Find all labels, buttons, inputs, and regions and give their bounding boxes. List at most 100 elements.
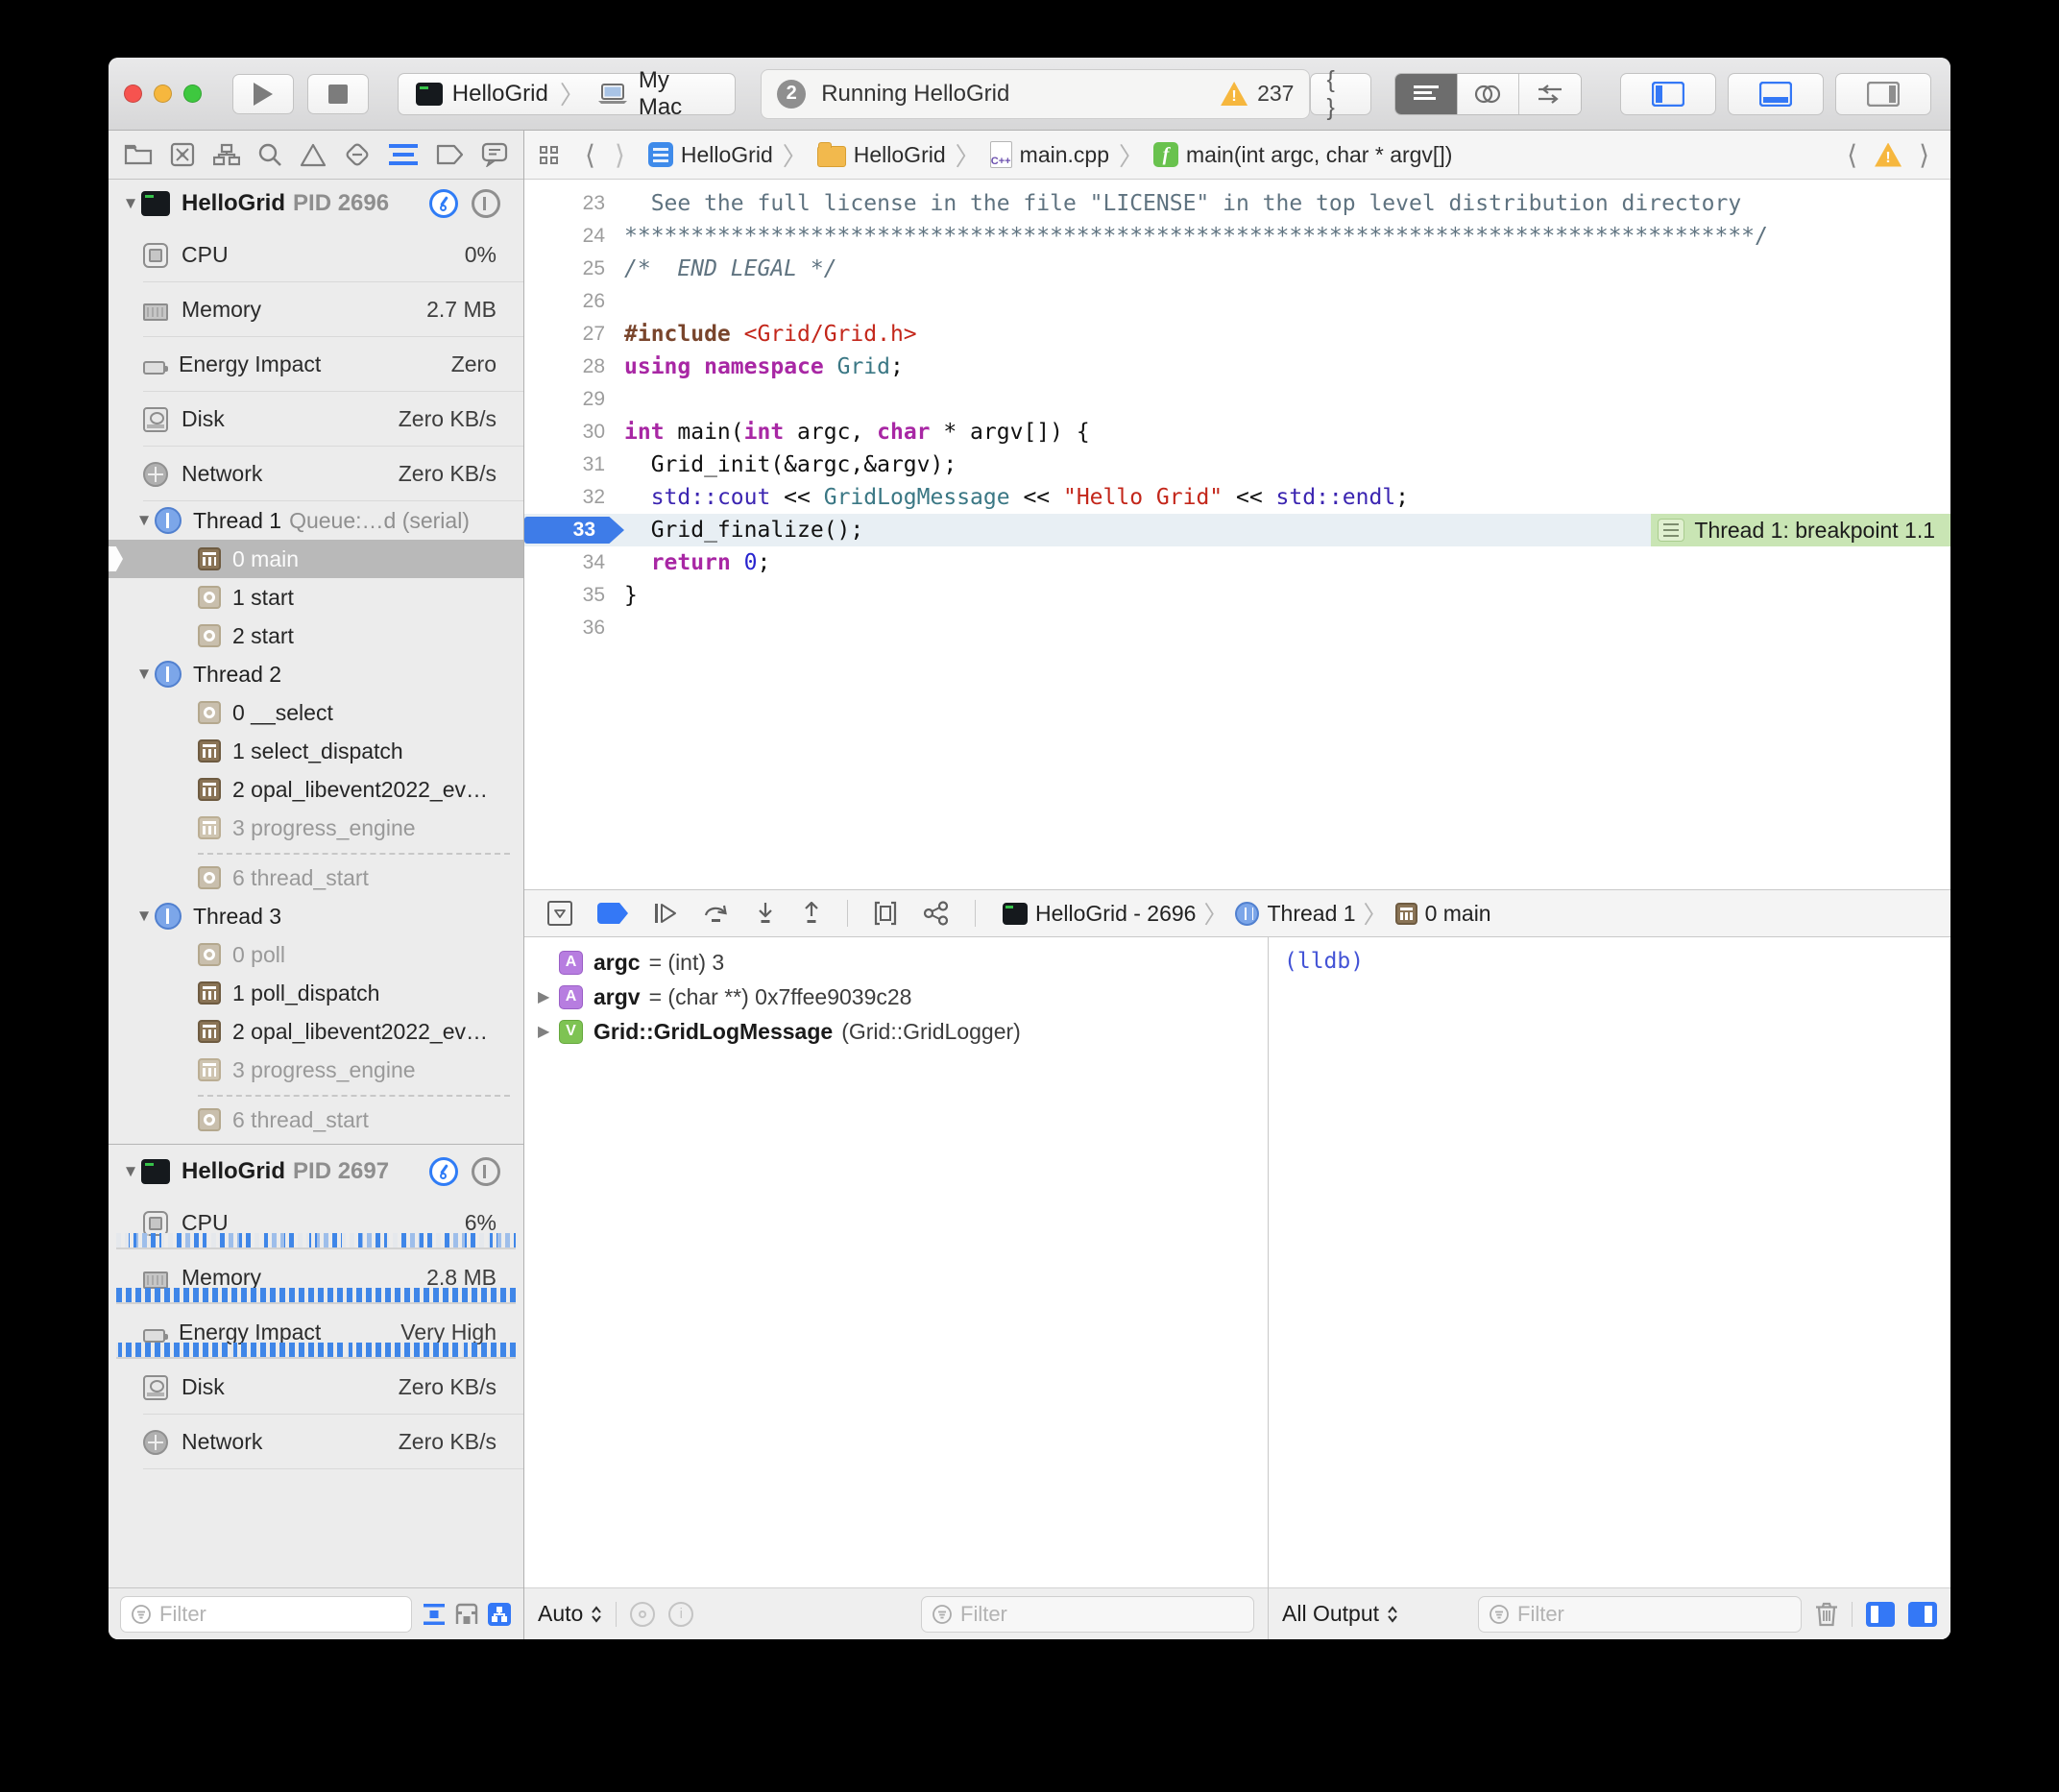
view-hierarchy-icon[interactable] <box>873 901 898 926</box>
related-items-icon[interactable] <box>540 146 558 164</box>
sidebar-row[interactable]: 0 poll <box>109 935 523 974</box>
gauge-icon[interactable] <box>429 189 458 218</box>
minimize-icon[interactable] <box>154 85 172 103</box>
disclosure-triangle-icon[interactable]: ▼ <box>133 907 155 926</box>
view-process-by-queue-icon[interactable] <box>487 1602 512 1627</box>
sidebar-row[interactable]: 3 progress_engine <box>109 809 523 847</box>
sidebar-row[interactable]: Disk Zero KB/s <box>109 392 523 447</box>
step-into-icon[interactable] <box>755 902 776 925</box>
source-editor[interactable]: 23 See the full license in the file "LIC… <box>524 180 1950 889</box>
line-number[interactable]: 34 <box>524 551 605 574</box>
threads-view-icon[interactable] <box>472 189 500 218</box>
sidebar-row[interactable]: 6 thread_start <box>109 1101 523 1139</box>
step-over-icon[interactable] <box>703 902 730 925</box>
console-filter-field[interactable]: Filter <box>1478 1596 1802 1633</box>
sidebar-row[interactable]: Disk Zero KB/s <box>109 1360 523 1415</box>
variable-row[interactable]: ▶ A argv = (char **) 0x7ffee9039c28 <box>524 980 1268 1014</box>
variables-view-toggle-icon[interactable] <box>1866 1602 1895 1627</box>
symbol-navigator-icon[interactable] <box>213 143 240 166</box>
line-number[interactable]: 26 <box>524 290 605 313</box>
breakpoint-annotation[interactable]: Thread 1: breakpoint 1.1 <box>1651 514 1950 546</box>
find-icon[interactable] <box>257 142 282 167</box>
output-popup[interactable]: All Output <box>1282 1601 1398 1627</box>
line-number[interactable]: 31 <box>524 453 605 476</box>
debug-frame[interactable]: 0 main <box>1425 901 1491 927</box>
assistant-editor-button[interactable] <box>1457 74 1519 114</box>
breakpoint-navigator-icon[interactable] <box>435 144 464 165</box>
activity-view[interactable]: 2 Running HelloGrid ! 237 <box>761 69 1310 119</box>
source-control-icon[interactable] <box>170 142 195 167</box>
debug-process[interactable]: HelloGrid - 2696 <box>1035 901 1196 927</box>
sidebar-row[interactable]: CPU 6% <box>109 1196 523 1250</box>
report-navigator-icon[interactable] <box>481 142 508 167</box>
line-number[interactable]: 24 <box>524 225 605 248</box>
sidebar-row[interactable]: ▼ Thread 3 <box>109 897 523 935</box>
annotation-menu-icon[interactable] <box>1658 519 1684 542</box>
disclosure-triangle-icon[interactable]: ▼ <box>133 511 155 530</box>
utilities-toggle-button[interactable] <box>1835 73 1931 115</box>
sidebar-row[interactable]: Energy Impact Zero <box>109 337 523 392</box>
disclosure-triangle-icon[interactable]: ▼ <box>133 665 155 684</box>
sidebar-row[interactable]: 0 main <box>109 540 523 578</box>
line-number[interactable]: 28 <box>524 355 605 378</box>
test-navigator-icon[interactable] <box>344 141 371 168</box>
variable-row[interactable]: ▶ A argc = (int) 3 <box>524 945 1268 980</box>
quicklook-eye-icon[interactable] <box>630 1602 655 1627</box>
forward-button[interactable]: ⟩ <box>609 139 631 171</box>
breadcrumb-group[interactable]: HelloGrid <box>854 142 946 168</box>
sidebar-row[interactable] <box>109 847 523 859</box>
filter-paused-threads-icon[interactable] <box>422 1602 447 1627</box>
sidebar-row[interactable]: 1 start <box>109 578 523 617</box>
breakpoints-enabled-icon[interactable] <box>597 903 628 924</box>
line-number[interactable]: 35 <box>524 584 605 607</box>
version-editor-button[interactable] <box>1518 74 1581 114</box>
warning-count[interactable]: 237 <box>1257 81 1294 107</box>
sidebar-row[interactable]: Memory 2.8 MB <box>109 1250 523 1305</box>
info-icon[interactable]: i <box>668 1602 693 1627</box>
sidebar-row[interactable]: ▼ HelloGrid PID 2697 <box>109 1148 523 1196</box>
line-number[interactable]: 27 <box>524 323 605 346</box>
breadcrumb-project[interactable]: HelloGrid <box>681 142 773 168</box>
debug-thread[interactable]: Thread 1 <box>1267 901 1355 927</box>
memory-graph-icon[interactable] <box>923 901 950 926</box>
code-review-button[interactable]: { } <box>1310 73 1371 115</box>
standard-editor-button[interactable] <box>1395 74 1457 114</box>
console-output[interactable]: (lldb) <box>1269 937 1950 1587</box>
sidebar-row[interactable]: 6 thread_start <box>109 859 523 897</box>
sidebar-row[interactable]: 3 progress_engine <box>109 1051 523 1089</box>
line-number[interactable]: 30 <box>524 421 605 444</box>
sidebar-row[interactable]: 2 start <box>109 617 523 655</box>
threads-view-icon[interactable] <box>472 1157 500 1186</box>
line-number[interactable]: 33 <box>524 517 624 544</box>
trash-icon[interactable] <box>1815 1601 1838 1628</box>
project-navigator-icon[interactable] <box>124 143 153 166</box>
hide-debug-area-icon[interactable] <box>547 901 572 926</box>
filter-running-blocks-icon[interactable] <box>454 1602 479 1627</box>
sidebar-row[interactable]: 2 opal_libevent2022_ev… <box>109 770 523 809</box>
disclosure-triangle-icon[interactable]: ▼ <box>120 1162 141 1181</box>
zoom-icon[interactable] <box>183 85 202 103</box>
variables-filter-field[interactable]: Filter <box>921 1596 1254 1633</box>
sidebar-row[interactable]: ▼ Thread 2 <box>109 655 523 693</box>
variables-list[interactable]: ▶ A argc = (int) 3 ▶ A argv = (char **) … <box>524 937 1268 1587</box>
navigator-filter-field[interactable]: Filter <box>120 1596 412 1633</box>
sidebar-row[interactable]: Network Zero KB/s <box>109 1415 523 1469</box>
debug-area-toggle-button[interactable] <box>1728 73 1824 115</box>
disclosure-triangle-icon[interactable]: ▶ <box>538 987 559 1006</box>
line-number[interactable]: 23 <box>524 192 605 215</box>
warning-icon[interactable]: ! <box>1875 143 1902 167</box>
line-number[interactable]: 36 <box>524 617 605 640</box>
sidebar-row[interactable]: 0 __select <box>109 693 523 732</box>
previous-issue-button[interactable]: ⟨ <box>1841 139 1863 171</box>
breadcrumb-symbol[interactable]: main(int argc, char * argv[]) <box>1186 142 1452 168</box>
sidebar-row[interactable]: ▼ HelloGrid PID 2696 <box>109 180 523 228</box>
disclosure-triangle-icon[interactable]: ▼ <box>120 194 141 213</box>
sidebar-row[interactable]: 2 opal_libevent2022_ev… <box>109 1012 523 1051</box>
close-icon[interactable] <box>124 85 142 103</box>
gauge-icon[interactable] <box>429 1157 458 1186</box>
sidebar-row[interactable] <box>109 1139 523 1148</box>
sidebar-row[interactable] <box>109 1089 523 1101</box>
disclosure-triangle-icon[interactable]: ▶ <box>538 1022 559 1041</box>
breadcrumb-file[interactable]: main.cpp <box>1020 142 1109 168</box>
continue-icon[interactable] <box>653 902 678 925</box>
